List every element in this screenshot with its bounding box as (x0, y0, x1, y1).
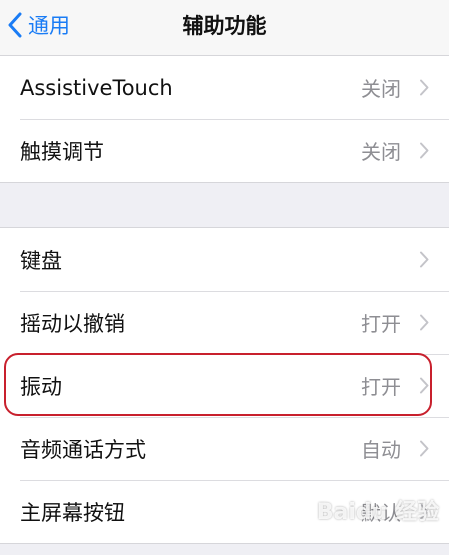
row-value: 关闭 (361, 140, 401, 164)
chevron-right-icon (420, 79, 429, 96)
chevron-right-icon (420, 440, 429, 457)
row-shake-to-undo[interactable]: 摇动以撤销 打开 (0, 291, 449, 354)
row-label: 摇动以撤销 (20, 311, 125, 336)
row-label: 主屏幕按钮 (20, 500, 125, 525)
row-vibration[interactable]: 振动 打开 (0, 354, 449, 417)
chevron-right-icon (420, 142, 429, 159)
row-value: 自动 (361, 438, 401, 462)
chevron-right-icon (420, 314, 429, 331)
page-title: 辅助功能 (182, 14, 267, 38)
row-touch-accommodations[interactable]: 触摸调节 关闭 (0, 119, 449, 182)
settings-group-touch: AssistiveTouch 关闭 触摸调节 关闭 (0, 55, 449, 183)
settings-group-interaction: 键盘 摇动以撤销 打开 振动 打开 音频通话方式 自动 主屏幕按钮 默认 (0, 227, 449, 544)
row-label: 触摸调节 (20, 139, 104, 164)
row-assistivetouch[interactable]: AssistiveTouch 关闭 (0, 56, 449, 119)
row-label: 振动 (20, 374, 62, 399)
row-value: 关闭 (361, 77, 401, 101)
row-label: AssistiveTouch (20, 75, 173, 100)
chevron-right-icon (420, 251, 429, 268)
row-label: 音频通话方式 (20, 437, 146, 462)
row-value: 打开 (361, 375, 401, 399)
row-home-button[interactable]: 主屏幕按钮 默认 (0, 480, 449, 543)
row-label: 键盘 (20, 248, 62, 273)
navigation-bar: 通用 辅助功能 (0, 0, 449, 56)
row-value: 默认 (361, 501, 401, 525)
chevron-right-icon (420, 377, 429, 394)
row-call-audio-routing[interactable]: 音频通话方式 自动 (0, 417, 449, 480)
row-keyboard[interactable]: 键盘 (0, 228, 449, 291)
chevron-right-icon (420, 503, 429, 520)
row-value: 打开 (361, 312, 401, 336)
